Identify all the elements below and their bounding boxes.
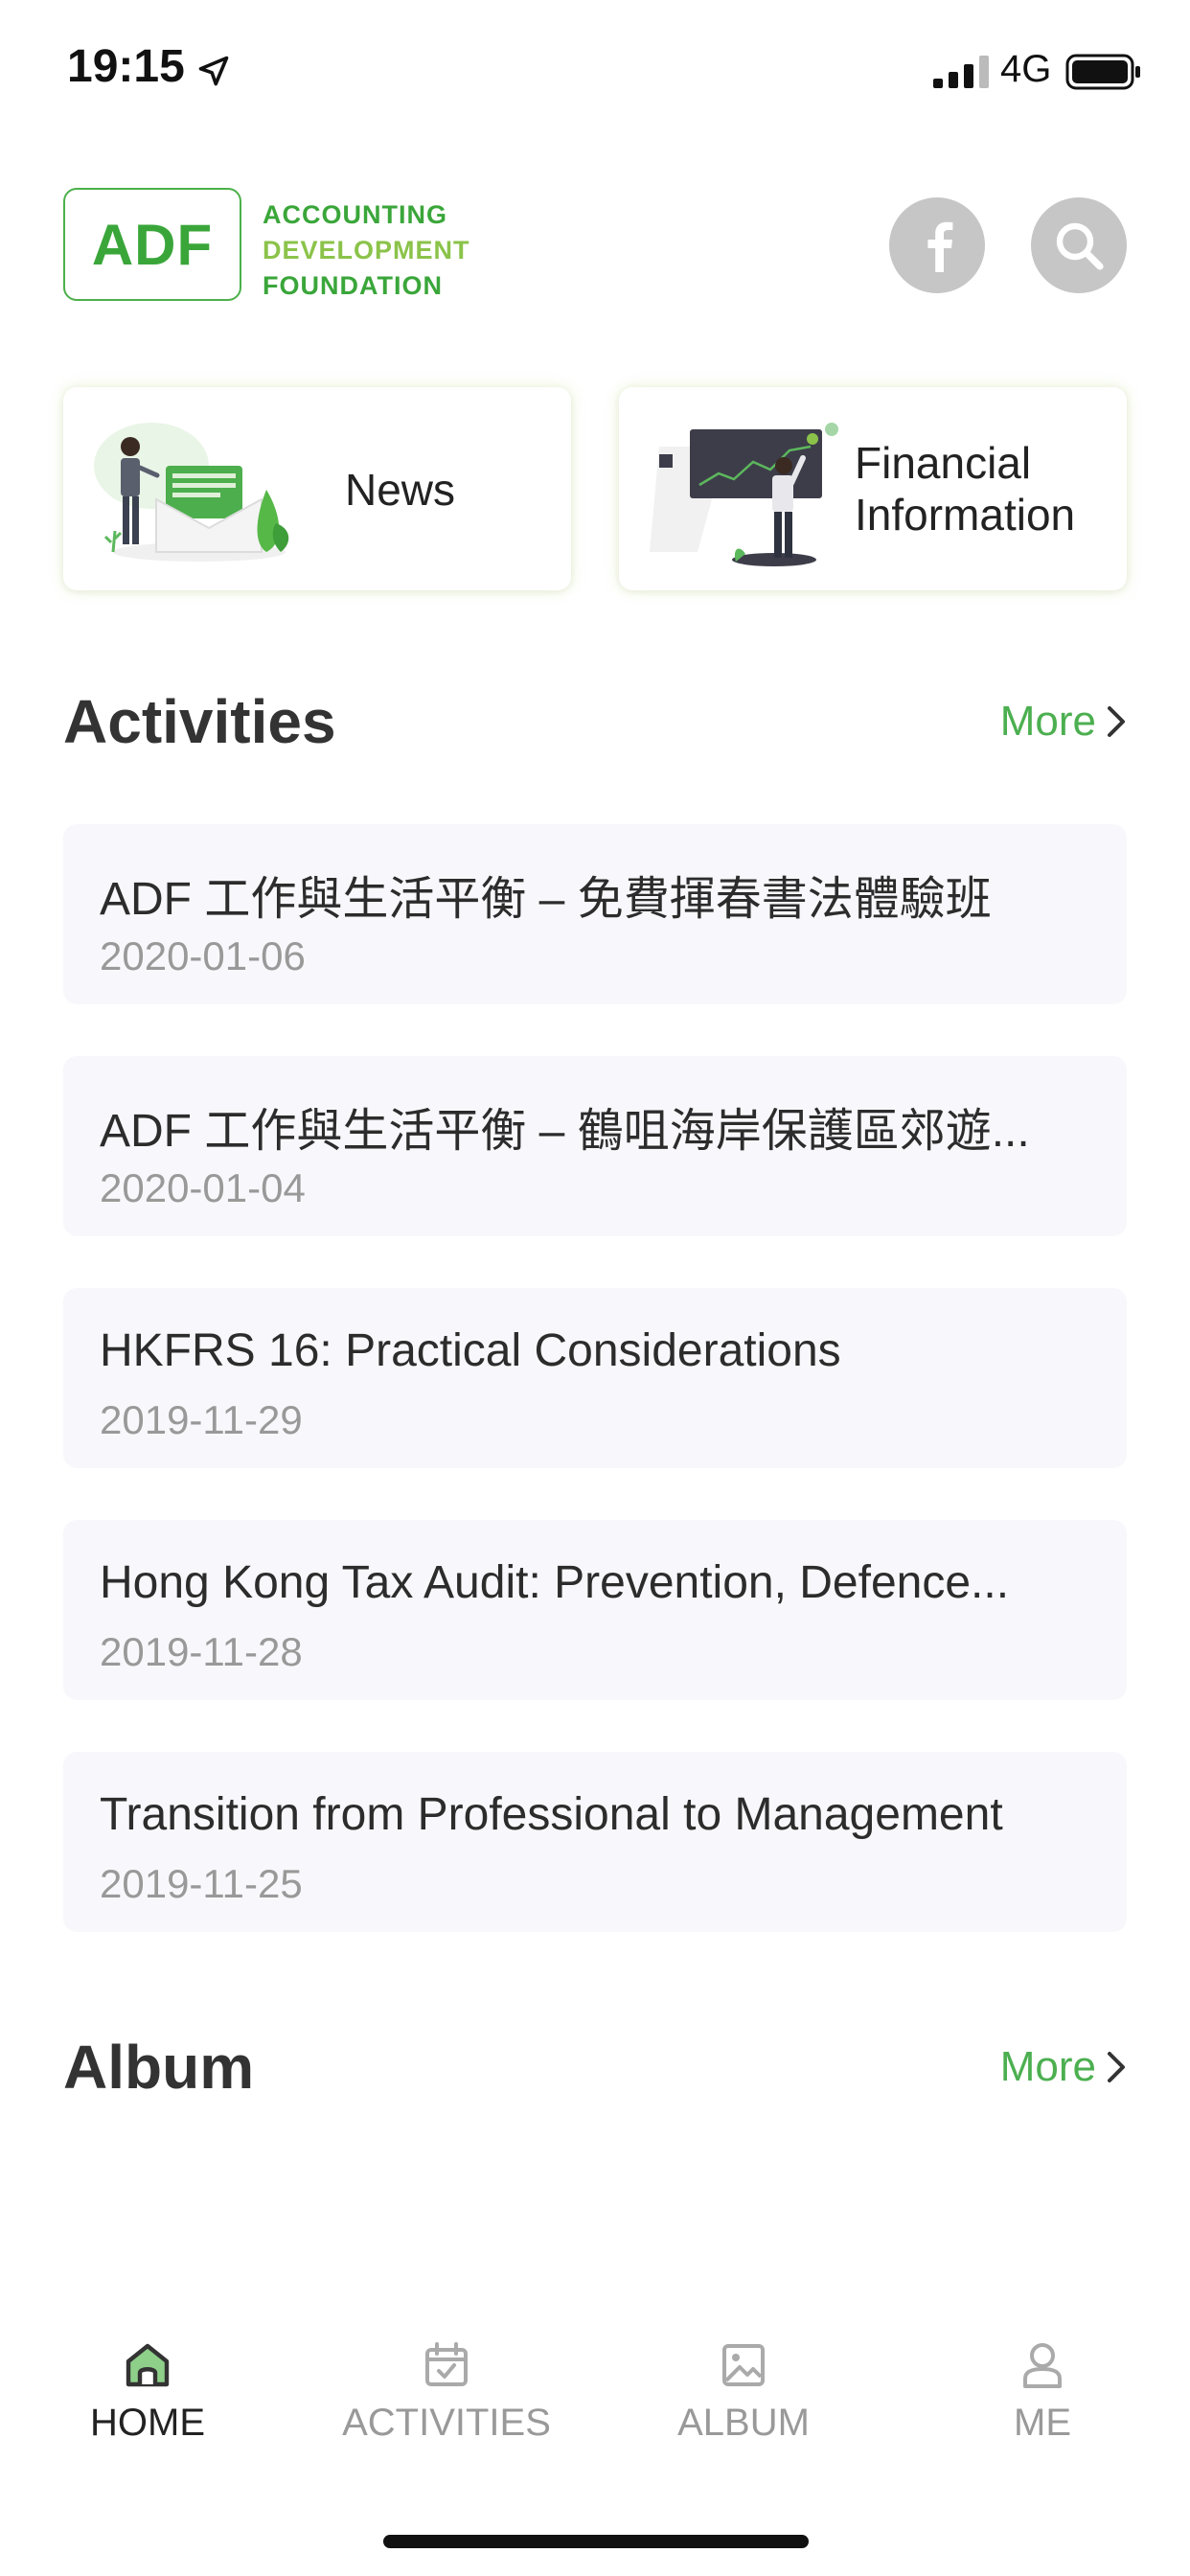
activity-list: ADF 工作與生活平衡 – 免費揮春書法體驗班 2020-01-06 ADF 工… bbox=[63, 824, 1127, 1984]
activity-date: 2019-11-25 bbox=[100, 1861, 303, 1906]
album-more-label: More bbox=[999, 2043, 1096, 2090]
activity-item[interactable]: Transition from Professional to Manageme… bbox=[63, 1752, 1127, 1932]
tab-home[interactable]: HOME bbox=[33, 2338, 263, 2445]
news-card[interactable]: News bbox=[63, 387, 571, 590]
status-bar: 19:15 4G bbox=[0, 0, 1190, 144]
search-icon bbox=[1056, 222, 1104, 270]
image-icon bbox=[722, 2344, 765, 2386]
home-icon bbox=[126, 2343, 170, 2387]
logo-text: ACCOUNTING DEVELOPMENT FOUNDATION bbox=[263, 197, 470, 304]
home-indicator bbox=[383, 2535, 809, 2548]
tab-activities[interactable]: ACTIVITIES bbox=[332, 2338, 561, 2445]
activity-item[interactable]: HKFRS 16: Practical Considerations 2019-… bbox=[63, 1288, 1127, 1468]
activity-item[interactable]: ADF 工作與生活平衡 – 鶴咀海岸保護區郊遊... 2020-01-04 bbox=[63, 1056, 1127, 1236]
tab-album[interactable]: ALBUM bbox=[629, 2338, 858, 2445]
signal-icon bbox=[933, 56, 989, 88]
tab-home-label: HOME bbox=[90, 2402, 205, 2444]
activities-more-label: More bbox=[999, 698, 1096, 745]
activities-heading: Activities bbox=[63, 687, 336, 756]
tab-me-label: ME bbox=[1014, 2402, 1071, 2444]
activity-title: HKFRS 16: Practical Considerations bbox=[100, 1325, 841, 1376]
activities-more-link[interactable]: More bbox=[1000, 698, 1127, 746]
financial-information-card[interactable]: Financial Information bbox=[619, 387, 1127, 590]
activity-title: ADF 工作與生活平衡 – 免費揮春書法體驗班 bbox=[100, 874, 992, 925]
status-time: 19:15 bbox=[67, 41, 185, 92]
facebook-button[interactable] bbox=[889, 197, 985, 293]
tab-activities-label: ACTIVITIES bbox=[342, 2402, 551, 2444]
location-arrow-icon bbox=[198, 56, 229, 86]
activity-title: ADF 工作與生活平衡 – 鶴咀海岸保護區郊遊... bbox=[100, 1106, 1030, 1157]
logo-line-accounting: ACCOUNTING bbox=[263, 200, 447, 229]
activity-item[interactable]: Hong Kong Tax Audit: Prevention, Defence… bbox=[63, 1520, 1127, 1700]
activity-item[interactable]: ADF 工作與生活平衡 – 免費揮春書法體驗班 2020-01-06 bbox=[63, 824, 1127, 1004]
activity-date: 2020-01-06 bbox=[100, 933, 306, 978]
logo-line-foundation: FOUNDATION bbox=[263, 271, 443, 300]
activity-title: Transition from Professional to Manageme… bbox=[100, 1789, 1003, 1840]
logo-line-development: DEVELOPMENT bbox=[263, 236, 470, 264]
search-button[interactable] bbox=[1031, 197, 1127, 293]
news-label: News bbox=[345, 465, 456, 515]
financial-illustration-icon bbox=[650, 423, 838, 566]
facebook-icon bbox=[927, 221, 953, 272]
album-heading: Album bbox=[63, 2033, 255, 2102]
tab-me[interactable]: ME bbox=[927, 2338, 1157, 2445]
tab-album-label: ALBUM bbox=[677, 2402, 810, 2444]
album-more-link[interactable]: More bbox=[1000, 2043, 1127, 2091]
user-icon bbox=[1023, 2343, 1062, 2388]
adf-logo: ADF ACCOUNTING DEVELOPMENT FOUNDATION bbox=[63, 188, 469, 303]
network-type: 4G bbox=[1000, 48, 1052, 90]
news-illustration-icon bbox=[94, 423, 289, 562]
logo-abbr: ADF bbox=[63, 188, 241, 301]
activity-date: 2019-11-29 bbox=[100, 1397, 303, 1442]
calendar-icon bbox=[425, 2342, 468, 2386]
chevron-right-icon bbox=[1108, 706, 1125, 737]
chevron-right-icon bbox=[1108, 2052, 1125, 2082]
activity-date: 2020-01-04 bbox=[100, 1165, 306, 1210]
activity-title: Hong Kong Tax Audit: Prevention, Defence… bbox=[100, 1557, 1010, 1608]
activity-date: 2019-11-28 bbox=[100, 1629, 303, 1674]
battery-icon bbox=[1065, 54, 1140, 90]
financial-information-label: Financial Information bbox=[855, 438, 1076, 540]
